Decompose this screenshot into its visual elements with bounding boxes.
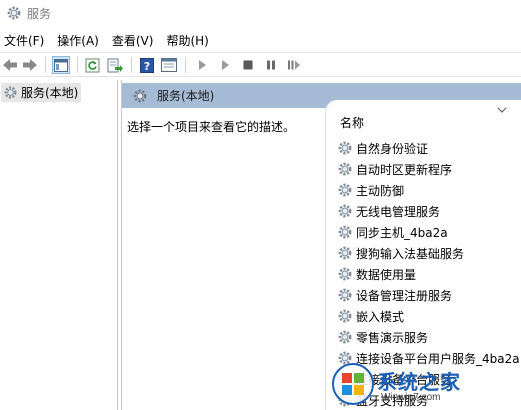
export-list-icon[interactable] xyxy=(106,56,124,74)
service-row[interactable]: 数据使用量 xyxy=(337,264,521,284)
service-gear-icon xyxy=(338,162,352,176)
service-row[interactable]: 搜狗输入法基础服务 xyxy=(337,243,521,263)
watermark: 系统之家 Winwin7.com xyxy=(331,362,521,410)
watermark-text: 系统之家 xyxy=(377,370,461,394)
watermark-subtext: Winwin7.com xyxy=(381,392,441,403)
toolbar-separator xyxy=(185,57,186,73)
toolbar-separator xyxy=(77,57,78,73)
service-name: 设备管理注册服务 xyxy=(356,288,453,303)
chevron-down-icon xyxy=(497,107,507,113)
service-name: 无线电管理服务 xyxy=(356,204,441,219)
help-icon[interactable]: ? xyxy=(138,56,156,74)
svg-text:?: ? xyxy=(144,60,150,73)
service-row[interactable]: 无线电管理服务 xyxy=(337,201,521,221)
service-gear-icon xyxy=(338,246,352,260)
service-gear-icon xyxy=(338,330,352,344)
service-gear-icon xyxy=(338,204,352,218)
title-bar: 服务 xyxy=(0,0,521,26)
service-gear-icon xyxy=(338,309,352,323)
properties-icon[interactable] xyxy=(160,56,178,74)
service-gear-icon xyxy=(338,183,352,197)
services-gear-icon xyxy=(7,6,21,20)
column-header-name[interactable]: 名称 xyxy=(326,100,521,140)
service-gear-icon xyxy=(338,267,352,281)
service-row[interactable]: 嵌入模式 xyxy=(337,306,521,326)
show-hide-tree-icon[interactable] xyxy=(52,56,70,74)
service-row[interactable]: 设备管理注册服务 xyxy=(337,285,521,305)
column-name-label: 名称 xyxy=(340,116,365,130)
service-name: 零售演示服务 xyxy=(356,330,429,345)
service-name: 主动防御 xyxy=(356,183,405,198)
tree-item-label: 服务(本地) xyxy=(21,86,79,100)
back-arrow-icon[interactable] xyxy=(1,56,19,74)
toolbar-separator xyxy=(131,57,132,73)
services-gear-icon xyxy=(133,89,147,102)
service-name: 搜狗输入法基础服务 xyxy=(356,246,465,261)
service-name: 同步主机_4ba2a xyxy=(356,225,448,240)
menu-view[interactable]: 查看(V) xyxy=(107,29,159,51)
service-row[interactable]: 零售演示服务 xyxy=(337,327,521,347)
forward-arrow-icon[interactable] xyxy=(21,56,39,74)
toolbar-separator xyxy=(45,57,46,73)
menu-bar: 文件(F) 操作(A) 查看(V) 帮助(H) xyxy=(0,29,521,51)
refresh-icon[interactable] xyxy=(83,56,101,74)
description-text: 选择一个项目来查看它的描述。 xyxy=(127,120,296,134)
menu-action[interactable]: 操作(A) xyxy=(52,29,104,51)
tree-item-services-local[interactable]: 服务(本地) xyxy=(1,83,81,102)
console-tree: 服务(本地) xyxy=(0,80,118,410)
service-name: 自动时区更新程序 xyxy=(356,162,453,177)
toolbar: ? xyxy=(0,52,521,77)
service-gear-icon xyxy=(338,225,352,239)
pause-service-icon[interactable] xyxy=(262,56,280,74)
window-title: 服务 xyxy=(27,7,52,21)
service-name: 嵌入模式 xyxy=(356,309,405,324)
menu-file[interactable]: 文件(F) xyxy=(0,29,49,51)
start-service-icon[interactable] xyxy=(193,56,211,74)
service-row[interactable]: 同步主机_4ba2a xyxy=(337,222,521,242)
services-gear-icon xyxy=(4,86,17,99)
windows-logo-icon xyxy=(332,363,374,405)
stop-service-icon[interactable] xyxy=(239,56,257,74)
details-pane: 服务(本地) 选择一个项目来查看它的描述。 名称 自然身份验证 自动时区更新程序… xyxy=(121,80,521,410)
service-row[interactable]: 自动时区更新程序 xyxy=(337,159,521,179)
service-row[interactable]: 主动防御 xyxy=(337,180,521,200)
menu-help[interactable]: 帮助(H) xyxy=(161,29,213,51)
service-gear-icon xyxy=(338,141,352,155)
details-header-label: 服务(本地) xyxy=(157,89,215,103)
start-service-icon[interactable] xyxy=(216,56,234,74)
service-name: 自然身份验证 xyxy=(356,141,429,156)
service-gear-icon xyxy=(338,288,352,302)
service-row[interactable]: 自然身份验证 xyxy=(337,138,521,158)
resume-service-icon[interactable] xyxy=(285,56,303,74)
service-name: 数据使用量 xyxy=(356,267,417,282)
